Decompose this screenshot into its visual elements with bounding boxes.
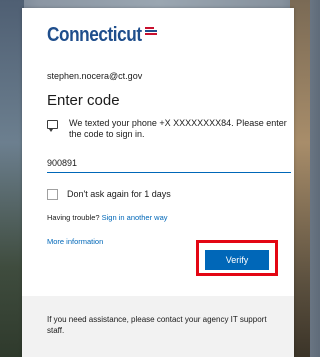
account-email: stephen.nocera@ct.gov <box>47 71 143 81</box>
page-title: Enter code <box>47 92 120 109</box>
more-information-link[interactable]: More information <box>47 237 103 246</box>
assistance-footer: If you need assistance, please contact y… <box>22 296 294 357</box>
code-input[interactable] <box>47 153 291 173</box>
background-left <box>0 0 24 357</box>
trouble-text: Having trouble? Sign in another way <box>47 213 168 222</box>
sms-message-icon <box>47 120 58 132</box>
more-information: More information <box>47 237 103 246</box>
sign-in-another-way-link[interactable]: Sign in another way <box>102 213 168 222</box>
assistance-text: If you need assistance, please contact y… <box>47 315 267 335</box>
code-sent-message: We texted your phone +X XXXXXXXX84. Plea… <box>69 118 287 139</box>
logo-text: Connecticut <box>47 24 142 46</box>
remember-checkbox[interactable] <box>47 189 58 200</box>
trouble-prefix: Having trouble? <box>47 213 100 222</box>
connecticut-flag-icon <box>145 27 157 37</box>
sign-in-card: Connecticut stephen.nocera@ct.gov Enter … <box>22 8 294 357</box>
verify-highlight-box: Verify <box>196 240 278 276</box>
remember-label[interactable]: Don't ask again for 1 days <box>67 189 171 199</box>
verify-button[interactable]: Verify <box>205 250 269 270</box>
connecticut-logo: Connecticut <box>47 24 157 56</box>
